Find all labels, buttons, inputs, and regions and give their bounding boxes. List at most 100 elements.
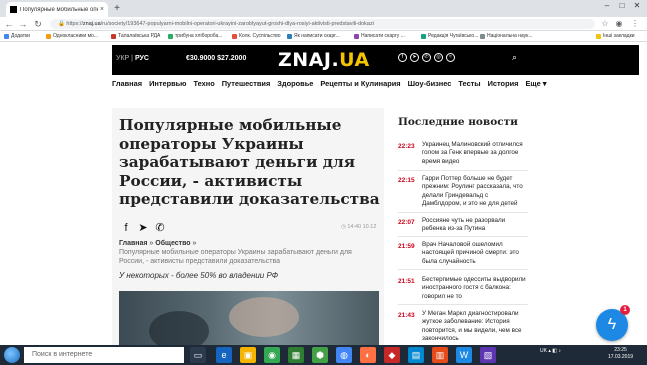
url-prefix: https:// [66,21,83,27]
news-time: 22:23 [398,143,415,150]
article-lead: Популярные мобильные операторы Украины з… [119,249,352,265]
news-time: 22:07 [398,219,415,226]
reload-icon[interactable]: ↻ [33,18,43,30]
doc-icon [287,34,292,39]
bookmark-item[interactable]: Колк. Суспільство [232,32,281,41]
back-arrow-icon[interactable]: ← [4,18,14,30]
app-icon[interactable]: ⬢ [312,347,328,363]
taskbar-search-input[interactable]: Поиск в интернете [24,347,184,363]
viber-icon[interactable]: ✆ [422,53,431,62]
search-icon[interactable]: ⌕ [512,52,517,63]
task-view-icon[interactable]: ▭ [190,347,206,363]
app-icon[interactable]: ▤ [408,347,424,363]
menu-item-tech[interactable]: Техно [193,79,214,91]
menu-item-recipes[interactable]: Рецепты и Кулинария [320,79,400,91]
menu-item-travel[interactable]: Путешествия [222,79,271,91]
app-icon[interactable]: ▦ [288,347,304,363]
menu-item-tests[interactable]: Тесты [458,79,480,91]
close-window-icon[interactable]: ✕ [630,1,644,10]
news-link[interactable]: У Меган Маркл диагностировали жуткое заб… [422,310,528,344]
firefox-icon[interactable]: ◐ [360,347,376,363]
lang-rus[interactable]: РУС [135,55,149,62]
article-image [119,291,379,345]
extension-icon[interactable]: ◉ [614,19,624,29]
menu-dots-icon[interactable]: ⋮ [630,19,640,29]
site-logo[interactable]: ZNAJ.UA [278,49,370,71]
doc-icon [111,34,116,39]
news-link[interactable]: Гарри Поттер больше не будет прежним: Ро… [422,175,528,209]
app-icon[interactable]: W [456,347,472,363]
notification-badge: 1 [620,305,630,315]
news-link[interactable]: Россияне чуть не разорвали ребенка из-за… [422,217,528,234]
app-icon[interactable]: ▧ [480,347,496,363]
start-button[interactable] [4,347,20,363]
share-facebook-icon[interactable]: f [120,222,132,234]
language-switch[interactable]: УКР | РУС [116,55,149,62]
forward-arrow-icon[interactable]: → [18,18,28,30]
menu-item-more[interactable]: Еще ▾ [525,79,546,91]
url-domain: znaj.ua [82,21,101,27]
doc-icon [480,34,485,39]
share-viber-icon[interactable]: ✆ [154,222,166,234]
bookmark-item[interactable]: Редакція Чугаївсько... [421,32,478,41]
bookmark-item[interactable]: Талалаївська РДА [111,32,160,41]
folder-icon [596,34,601,39]
phone-shape [149,311,209,345]
other-bookmarks[interactable]: Інші закладки [596,32,635,41]
tab-title: Популярные мобильные опера [20,6,98,13]
bookmark-item[interactable]: Написати скаргу ... [354,32,405,41]
system-tray[interactable]: UK ▴ ◧ ♪ [540,348,561,354]
menu-item-home[interactable]: Главная [112,79,142,91]
bookmark-item[interactable]: трибуна хлібороба... [168,32,222,41]
doc-icon [168,34,173,39]
news-link[interactable]: Украинец Малиновский отличился голом за … [422,141,528,166]
maximize-icon[interactable]: □ [615,1,629,10]
rss-icon[interactable]: ≈ [446,53,455,62]
chrome-icon[interactable]: ◉ [264,347,280,363]
share-telegram-icon[interactable]: ➤ [137,222,149,234]
lang-separator: | [131,55,133,62]
doc-icon [232,34,237,39]
instagram-icon[interactable]: ◎ [434,53,443,62]
breadcrumb-section[interactable]: Общество [155,240,190,247]
browser-tab[interactable]: Популярные мобильные опера × [6,2,108,17]
minimize-icon[interactable]: – [600,1,614,10]
facebook-icon[interactable]: f [398,53,407,62]
app-icon[interactable]: ◍ [336,347,352,363]
app-icon[interactable]: ▥ [432,347,448,363]
menu-item-health[interactable]: Здоровье [277,79,313,91]
news-link[interactable]: Бестерпимые одесситы выдворили иностранн… [422,276,528,301]
taskbar-clock[interactable]: 23:25 17.03.2019 [608,347,633,361]
bookmark-star-icon[interactable]: ☆ [600,19,610,29]
breadcrumb-home[interactable]: Главная [119,240,147,247]
bookmark-item[interactable]: Як написати скарг... [287,32,340,41]
news-time: 21:43 [398,312,415,319]
new-tab-button[interactable]: + [111,3,123,15]
url-input[interactable]: 🔒 https://znaj.ua/ru/society/193647-popu… [50,19,595,29]
doc-icon [421,34,426,39]
telegram-icon[interactable]: ➤ [410,53,419,62]
ie-browser-icon[interactable]: e [216,347,232,363]
news-time: 21:59 [398,243,415,250]
lang-ukr[interactable]: УКР [116,55,129,62]
news-link[interactable]: Врач Началовой ошеломил настоящей причин… [422,241,528,266]
site-favicon-icon [10,6,17,13]
bookmark-item[interactable]: Національна наук... [480,32,532,41]
app-icon[interactable]: ◆ [384,347,400,363]
menu-item-showbiz[interactable]: Шоу-бизнес [408,79,452,91]
article-time: ◷ 14:40 10.12 [341,224,377,230]
menu-item-interview[interactable]: Интервью [149,79,186,91]
bookmark-item[interactable]: Однокласники мо... [46,32,98,41]
file-explorer-icon[interactable]: ▣ [240,347,256,363]
news-divider [398,212,528,213]
currency-rate: €30.9000 $27.2000 [186,55,247,62]
tab-close-icon[interactable]: × [100,6,104,13]
main-menu: Главная Интервью Техно Путешествия Здоро… [112,79,639,91]
menu-item-history[interactable]: История [488,79,519,91]
odnoklassniki-icon [46,34,51,39]
hand-shape [229,297,299,337]
news-time: 22:15 [398,177,415,184]
bookmark-apps[interactable]: Додатки [4,32,30,41]
news-divider [398,236,528,237]
breadcrumb: Главная » Общество » [119,240,197,247]
